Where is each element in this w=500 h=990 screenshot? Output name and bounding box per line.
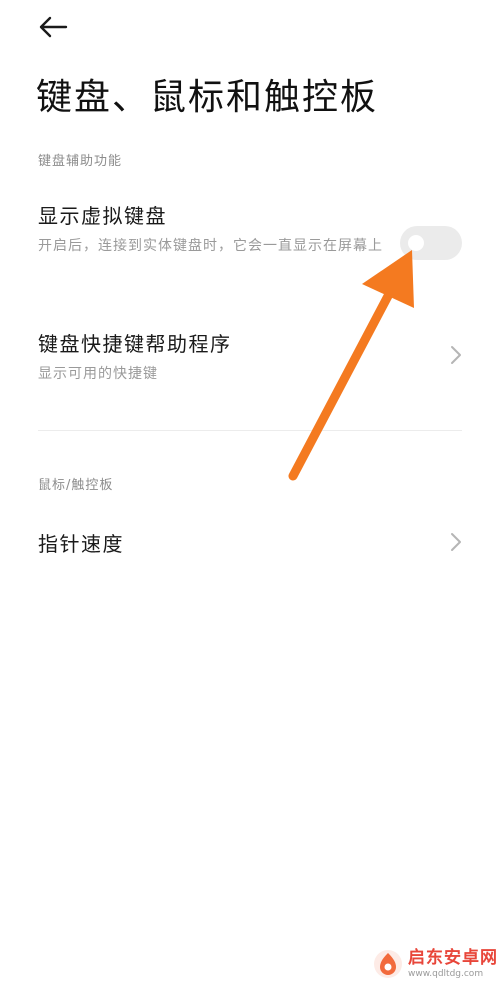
setting-keyboard-shortcuts-helper[interactable]: 键盘快捷键帮助程序 显示可用的快捷键 [0,328,500,388]
section-divider [38,430,462,431]
section-header-mouse-touchpad: 鼠标/触控板 [38,478,114,493]
back-button[interactable] [28,8,80,46]
setting-title: 键盘快捷键帮助程序 [38,332,232,356]
watermark-name: 启东安卓网 [408,947,498,968]
setting-show-virtual-keyboard[interactable]: 显示虚拟键盘 开启后，连接到实体键盘时，它会一直显示在屏幕上 [0,200,500,290]
setting-title: 指针速度 [38,532,124,556]
section-header-keyboard: 键盘辅助功能 [38,154,123,169]
setting-title: 显示虚拟键盘 [38,204,167,228]
page-title: 键盘、鼠标和触控板 [36,77,379,118]
toggle-knob [408,235,424,251]
chevron-right-icon [451,346,461,364]
setting-pointer-speed[interactable]: 指针速度 [0,528,500,562]
setting-subtitle: 显示可用的快捷键 [38,366,158,382]
watermark-url: www.qdltdg.com [408,968,484,979]
chevron-right-icon [451,533,461,551]
arrow-left-icon [39,16,68,38]
virtual-keyboard-toggle[interactable] [400,226,462,260]
arrow-up-right-icon [288,250,414,481]
setting-subtitle: 开启后，连接到实体键盘时，它会一直显示在屏幕上 [38,238,383,254]
site-watermark: 启东安卓网 www.qdltdg.com [372,948,498,980]
watermark-logo-icon [374,950,402,978]
